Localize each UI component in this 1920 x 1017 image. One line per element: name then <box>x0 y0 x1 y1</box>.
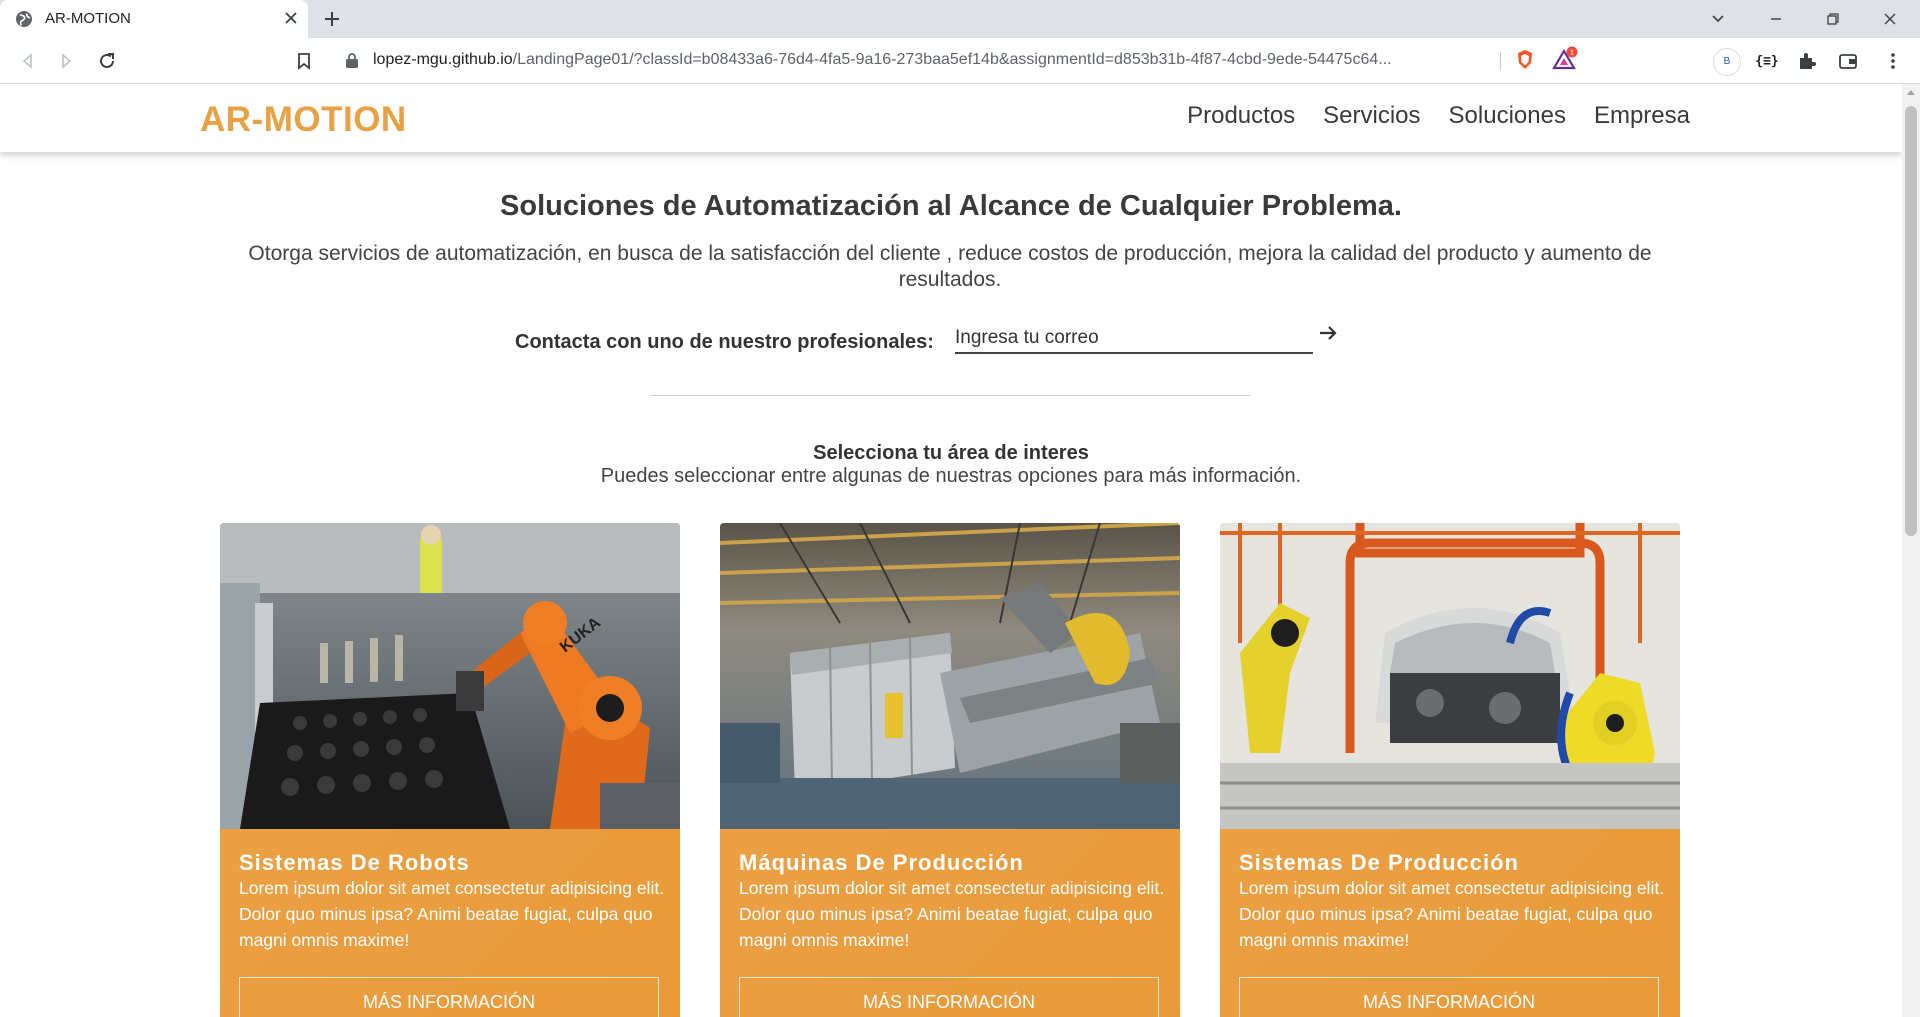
contact-label: Contacta con uno de nuestro profesionale… <box>515 331 934 353</box>
section-subtitle: Puedes seleccionar entre algunas de nues… <box>600 465 1302 487</box>
assembly-line-image <box>1220 523 1680 829</box>
lock-icon[interactable] <box>345 52 359 68</box>
browser-toolbar: lopez-mgu.github.io/LandingPage01/?class… <box>0 38 1920 84</box>
card-text: Lorem ipsum dolor sit amet consectetur a… <box>239 878 665 950</box>
bookmark-icon[interactable] <box>291 48 317 74</box>
url-path: /LandingPage01/?classId=b08433a6-76d4-4f… <box>512 51 1392 68</box>
card-title: Máquinas De Producción <box>739 850 1024 875</box>
brave-rewards-icon[interactable]: 1 <box>1552 46 1578 72</box>
tab-search-chevron-icon[interactable] <box>1705 6 1731 32</box>
section-title: Selecciona tu área de interes <box>813 442 1089 464</box>
main-nav: Productos Servicios Soluciones Empresa <box>1187 102 1690 130</box>
page-viewport: AR-MOTION Productos Servicios Soluciones… <box>0 84 1902 1017</box>
card-sistemas-de-robots: KUKA Sistemas De Robots Lorem ipsum dolo… <box>220 523 680 1017</box>
url-text: lopez-mgu.github.io/LandingPage01/?class… <box>373 51 1508 69</box>
tab-title: AR-MOTION <box>45 10 131 27</box>
scrollbar-thumb[interactable] <box>1905 106 1917 536</box>
robot-arm-image: KUKA <box>220 523 680 829</box>
arrow-right-icon[interactable] <box>1316 321 1340 345</box>
minimize-icon[interactable] <box>1763 6 1789 32</box>
card-maquinas-de-produccion: Máquinas De Producción Lorem ipsum dolor… <box>720 523 1180 1017</box>
browser-tab[interactable]: AR-MOTION <box>0 0 308 38</box>
hero-subtitle: Otorga servicios de automatización, en b… <box>248 242 1652 291</box>
reload-icon[interactable] <box>94 48 120 74</box>
restore-icon[interactable] <box>1820 6 1846 32</box>
page-scrollbar[interactable] <box>1902 84 1920 1017</box>
rewards-badge-count: 1 <box>1570 48 1574 57</box>
wallet-icon[interactable] <box>1835 48 1861 74</box>
close-tab-icon[interactable] <box>281 8 301 28</box>
hero-title: Soluciones de Automatización al Alcance … <box>500 190 1402 222</box>
url-host: lopez-mgu.github.io <box>373 51 513 68</box>
close-window-icon[interactable] <box>1877 6 1903 32</box>
section-divider <box>650 395 1250 396</box>
browser-tab-bar: AR-MOTION <box>0 0 1920 38</box>
production-machine-image <box>720 523 1180 829</box>
extensions-puzzle-icon[interactable] <box>1794 48 1820 74</box>
mas-informacion-button[interactable]: MÁS INFORMACIÓN <box>739 977 1159 1017</box>
card-title: Sistemas De Robots <box>239 850 470 875</box>
email-input[interactable] <box>955 324 1313 354</box>
card-text: Lorem ipsum dolor sit amet consectetur a… <box>1239 878 1665 950</box>
nav-soluciones[interactable]: Soluciones <box>1449 102 1566 130</box>
address-bar[interactable]: lopez-mgu.github.io/LandingPage01/?class… <box>327 42 1592 78</box>
address-bar-divider <box>1500 52 1501 70</box>
profile-avatar[interactable]: B <box>1713 48 1741 76</box>
forward-icon[interactable] <box>54 48 80 74</box>
site-header: AR-MOTION Productos Servicios Soluciones… <box>0 84 1902 152</box>
scroll-up-arrow-icon[interactable] <box>1907 90 1915 95</box>
browser-menu-icon[interactable] <box>1880 48 1906 74</box>
card-text: Lorem ipsum dolor sit amet consectetur a… <box>739 878 1165 950</box>
nav-servicios[interactable]: Servicios <box>1323 102 1420 130</box>
new-tab-icon[interactable] <box>320 7 344 31</box>
site-logo[interactable]: AR-MOTION <box>200 100 407 140</box>
brave-shields-icon[interactable] <box>1512 47 1538 73</box>
mas-informacion-button[interactable]: MÁS INFORMACIÓN <box>1239 977 1659 1017</box>
mas-informacion-button[interactable]: MÁS INFORMACIÓN <box>239 977 659 1017</box>
globe-icon <box>16 11 32 27</box>
nav-empresa[interactable]: Empresa <box>1594 102 1690 130</box>
card-title: Sistemas De Producción <box>1239 850 1519 875</box>
nav-productos[interactable]: Productos <box>1187 102 1295 130</box>
back-icon[interactable] <box>14 48 40 74</box>
json-viewer-extension-icon[interactable]: {≡} <box>1754 49 1780 75</box>
card-sistemas-de-produccion: Sistemas De Producción Lorem ipsum dolor… <box>1220 523 1680 1017</box>
